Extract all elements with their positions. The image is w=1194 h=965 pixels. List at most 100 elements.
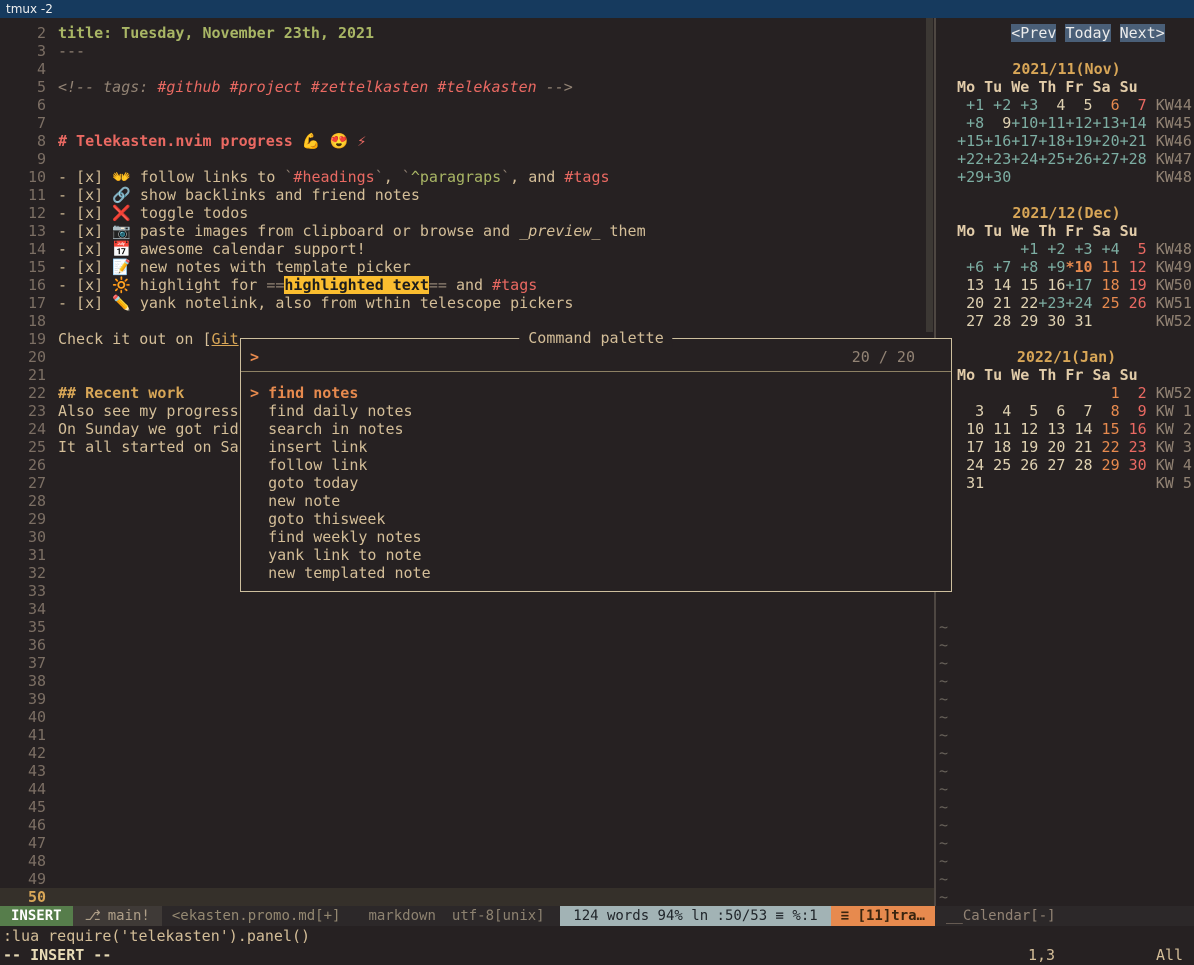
editor-line[interactable]: 10- [x] 👐 follow links to `#headings`, `…	[0, 168, 935, 186]
palette-item[interactable]: new note	[241, 492, 951, 510]
editor-line[interactable]: 6	[0, 96, 935, 114]
calendar-day[interactable]: 14	[1065, 420, 1092, 438]
calendar-day[interactable]: *10	[1065, 258, 1092, 276]
editor-line[interactable]: 18	[0, 312, 935, 330]
calendar-day[interactable]: 24	[957, 456, 984, 474]
calendar-day[interactable]: 9	[1120, 402, 1147, 420]
palette-item[interactable]: insert link	[241, 438, 951, 456]
calendar-day[interactable]: 21	[1065, 438, 1092, 456]
calendar-day[interactable]: 25	[1093, 294, 1120, 312]
editor-line[interactable]: 17- [x] ✏️ yank notelink, also from wthi…	[0, 294, 935, 312]
calendar-day[interactable]: +8	[1011, 258, 1038, 276]
calendar-day[interactable]: 13	[1038, 420, 1065, 438]
calendar-day[interactable]: 30	[1120, 456, 1147, 474]
editor-line[interactable]: 35	[0, 618, 935, 636]
calendar-day[interactable]: 8	[1093, 402, 1120, 420]
calendar-day[interactable]: 23	[1120, 438, 1147, 456]
calendar-nav-prev-button[interactable]: <Prev	[1011, 24, 1056, 42]
calendar-day[interactable]: +29	[957, 168, 984, 186]
editor-line[interactable]: 36	[0, 636, 935, 654]
calendar-day[interactable]: 2	[1120, 384, 1147, 402]
calendar-day[interactable]: +24	[1011, 150, 1038, 168]
calendar-day[interactable]: +28	[1120, 150, 1147, 168]
calendar-day[interactable]: 18	[984, 438, 1011, 456]
calendar-day[interactable]: +25	[1038, 150, 1065, 168]
calendar-day[interactable]: +14	[1120, 114, 1147, 132]
editor-line[interactable]: 8# Telekasten.nvim progress 💪 😍 ⚡	[0, 132, 935, 150]
calendar-day[interactable]: 25	[984, 456, 1011, 474]
calendar-day[interactable]: 7	[1120, 96, 1147, 114]
calendar-day[interactable]: +24	[1065, 294, 1092, 312]
calendar-day[interactable]: +15	[957, 132, 984, 150]
calendar-day[interactable]: 30	[1038, 312, 1065, 330]
editor-line[interactable]: 50	[0, 888, 935, 906]
editor-line[interactable]: 2title: Tuesday, November 23th, 2021	[0, 24, 935, 42]
editor-line[interactable]: 46	[0, 816, 935, 834]
calendar-day[interactable]: 21	[984, 294, 1011, 312]
calendar-day[interactable]: 9	[984, 114, 1011, 132]
calendar-day[interactable]: +12	[1065, 114, 1092, 132]
calendar-day[interactable]: 27	[957, 312, 984, 330]
calendar-day[interactable]: 11	[1093, 258, 1120, 276]
calendar-day[interactable]: 12	[1011, 420, 1038, 438]
editor-line[interactable]: 44	[0, 780, 935, 798]
calendar-day[interactable]: 31	[957, 474, 984, 492]
editor-line[interactable]: 47	[0, 834, 935, 852]
calendar-day[interactable]: 6	[1093, 96, 1120, 114]
calendar-day[interactable]: 11	[984, 420, 1011, 438]
calendar-day[interactable]: 29	[1093, 456, 1120, 474]
calendar-day[interactable]: 6	[1038, 402, 1065, 420]
editor-line[interactable]: 48	[0, 852, 935, 870]
editor-line[interactable]: 3---	[0, 42, 935, 60]
calendar-day[interactable]: +19	[1065, 132, 1092, 150]
calendar-day[interactable]: 15	[1011, 276, 1038, 294]
calendar-day[interactable]: +20	[1093, 132, 1120, 150]
calendar-day[interactable]: +26	[1065, 150, 1092, 168]
calendar-day[interactable]: 15	[1093, 420, 1120, 438]
palette-prompt-input[interactable]: > 20 / 20	[241, 348, 951, 366]
calendar-day[interactable]: +4	[1093, 240, 1120, 258]
editor-line[interactable]: 43	[0, 762, 935, 780]
palette-item[interactable]: find weekly notes	[241, 528, 951, 546]
palette-item[interactable]: goto thisweek	[241, 510, 951, 528]
calendar-day[interactable]: 20	[957, 294, 984, 312]
editor-line[interactable]: 49	[0, 870, 935, 888]
calendar-day[interactable]: +2	[984, 96, 1011, 114]
editor-line[interactable]: 5<!-- tags: #github #project #zettelkast…	[0, 78, 935, 96]
editor-line[interactable]: 11- [x] 🔗 show backlinks and friend note…	[0, 186, 935, 204]
calendar-day[interactable]: 3	[957, 402, 984, 420]
calendar-day[interactable]: 29	[1011, 312, 1038, 330]
calendar-day[interactable]: 27	[1038, 456, 1065, 474]
calendar-day[interactable]: 7	[1065, 402, 1092, 420]
calendar-day[interactable]: 20	[1038, 438, 1065, 456]
editor-line[interactable]: 42	[0, 744, 935, 762]
editor-line[interactable]: 40	[0, 708, 935, 726]
calendar-day[interactable]: 22	[1011, 294, 1038, 312]
editor-line[interactable]: 34	[0, 600, 935, 618]
editor-line[interactable]: 16- [x] 🔆 highlight for ==highlighted te…	[0, 276, 935, 294]
calendar-day[interactable]: 18	[1093, 276, 1120, 294]
palette-item[interactable]: follow link	[241, 456, 951, 474]
editor-line[interactable]: 45	[0, 798, 935, 816]
editor-line[interactable]: 14- [x] 📅 awesome calendar support!	[0, 240, 935, 258]
calendar-day[interactable]: +10	[1011, 114, 1038, 132]
palette-item[interactable]: find daily notes	[241, 402, 951, 420]
calendar-day[interactable]: +1	[957, 96, 984, 114]
editor-line[interactable]: 4	[0, 60, 935, 78]
calendar-day[interactable]: 5	[1065, 96, 1092, 114]
editor-line[interactable]: 37	[0, 654, 935, 672]
editor-line[interactable]: 41	[0, 726, 935, 744]
calendar-day[interactable]: +18	[1038, 132, 1065, 150]
editor-line[interactable]: 13- [x] 📷 paste images from clipboard or…	[0, 222, 935, 240]
calendar-day[interactable]: +6	[957, 258, 984, 276]
calendar-day[interactable]: +21	[1120, 132, 1147, 150]
calendar-day[interactable]: 16	[1120, 420, 1147, 438]
calendar-day[interactable]: +8	[957, 114, 984, 132]
calendar-day[interactable]: +23	[984, 150, 1011, 168]
calendar-day[interactable]: +17	[1065, 276, 1092, 294]
calendar-nav-today-button[interactable]: Today	[1065, 24, 1110, 42]
editor-line[interactable]: 12- [x] ❌ toggle todos	[0, 204, 935, 222]
palette-item[interactable]: new templated note	[241, 564, 951, 582]
calendar-day[interactable]: +11	[1038, 114, 1065, 132]
calendar-day[interactable]: 5	[1120, 240, 1147, 258]
